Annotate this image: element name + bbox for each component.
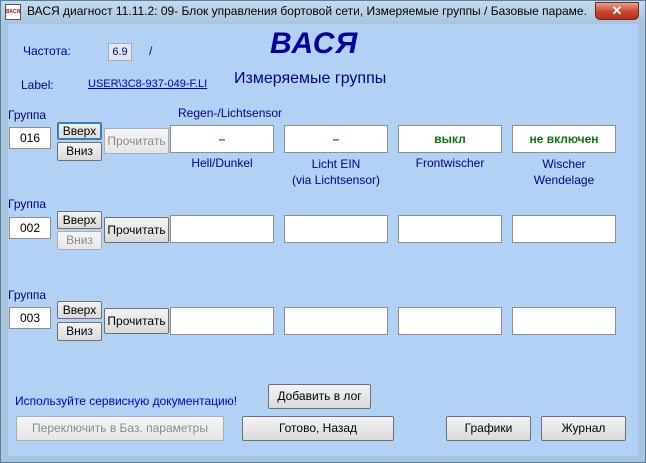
value-field: – <box>170 125 274 153</box>
window-title: ВАСЯ диагност 11.11.2: 09- Блок управлен… <box>27 4 587 18</box>
add-to-log-button[interactable]: Добавить в лог <box>268 384 371 409</box>
group-title: Regen-/Lichtsensor <box>178 106 283 120</box>
frequency-label: Частота: <box>23 44 71 58</box>
value-field: не включен <box>512 125 616 153</box>
value-field <box>398 307 502 335</box>
frequency-value: 6.9 <box>108 43 132 61</box>
frequency-separator: / <box>149 44 153 58</box>
value-field: – <box>284 125 388 153</box>
value-field <box>512 215 616 243</box>
group-number-field[interactable]: 016 <box>9 127 51 149</box>
group-caption: Группа <box>8 197 47 211</box>
group-up-button[interactable]: Вверх <box>57 122 102 140</box>
read-button[interactable]: Прочитать <box>104 128 169 154</box>
value-field <box>398 215 502 243</box>
group-down-button[interactable]: Вниз <box>57 142 102 161</box>
value-field <box>170 307 274 335</box>
graphs-button[interactable]: Графики <box>446 416 531 441</box>
app-window: ВАСЯ ВАСЯ диагност 11.11.2: 09- Блок упр… <box>0 0 646 463</box>
group-caption: Группа <box>8 288 47 302</box>
label-file-link[interactable]: USER\3C8-937-049-F.LI <box>88 78 220 90</box>
field-label: Wischer Wendelage <box>533 157 595 187</box>
group-up-button[interactable]: Вверх <box>57 211 102 229</box>
value-field <box>512 307 616 335</box>
value-field <box>284 215 388 243</box>
label-caption: Label: <box>21 78 54 92</box>
switch-basic-params-button[interactable]: Переключить в Баз. параметры <box>16 416 224 441</box>
group-up-button[interactable]: Вверх <box>57 301 102 319</box>
service-note: Используйте сервисную документацию! <box>15 394 238 408</box>
brand-title: ВАСЯ <box>270 27 359 60</box>
group-down-button[interactable]: Вниз <box>57 322 102 341</box>
value-field <box>170 215 274 243</box>
group-down-button[interactable]: Вниз <box>57 231 102 250</box>
journal-button[interactable]: Журнал <box>541 416 626 441</box>
app-icon: ВАСЯ <box>5 4 21 20</box>
close-icon: ✕ <box>611 3 623 18</box>
close-button[interactable]: ✕ <box>595 2 639 20</box>
field-label: Licht EIN (via Lichtsensor) <box>291 157 381 187</box>
title-bar: ВАСЯ ВАСЯ диагност 11.11.2: 09- Блок упр… <box>1 1 645 23</box>
group-number-field[interactable]: 002 <box>9 217 51 239</box>
value-field <box>284 307 388 335</box>
page-subtitle: Измеряемые группы <box>234 70 387 87</box>
group-caption: Группа <box>8 108 47 122</box>
client-area: Частота: 6.9 / ВАСЯ Label: USER\3C8-937-… <box>8 24 638 456</box>
done-back-button[interactable]: Готово, Назад <box>242 416 394 441</box>
field-label: Hell/Dunkel <box>191 156 253 170</box>
value-field: выкл <box>398 125 502 153</box>
field-label: Frontwischer <box>415 156 485 170</box>
group-number-field[interactable]: 003 <box>9 307 51 329</box>
read-button[interactable]: Прочитать <box>104 217 169 243</box>
read-button[interactable]: Прочитать <box>104 308 169 334</box>
